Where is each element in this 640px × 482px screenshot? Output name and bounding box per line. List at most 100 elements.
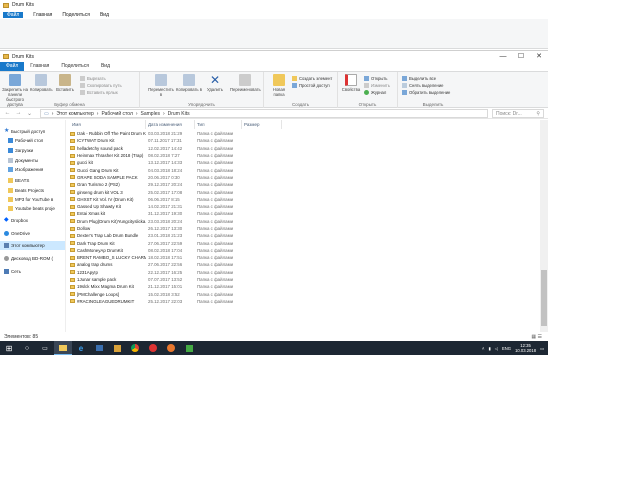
breadcrumb-this-pc[interactable]: Этот компьютер xyxy=(56,111,93,117)
table-row[interactable]: 19slck Mixx Magma Drum Kit 21.12.2017 15:… xyxy=(70,283,540,290)
table-row[interactable]: 1231Ару!р 22.12.2017 16:25 Папка с файлами xyxy=(70,269,540,276)
clock[interactable]: 12:35 10.03.2018 xyxy=(515,343,536,353)
column-size[interactable]: Размер xyxy=(242,120,282,129)
tab-view[interactable]: Вид xyxy=(95,62,116,71)
back-arrow-icon[interactable]: ← xyxy=(4,110,11,116)
new-folder-button[interactable]: Новая папка xyxy=(268,74,290,97)
volume-icon[interactable]: ◁ xyxy=(495,346,498,351)
breadcrumb-samples[interactable]: Samples xyxy=(141,111,160,117)
taskbar-explorer[interactable] xyxy=(54,341,72,355)
taskbar-chrome[interactable] xyxy=(126,341,144,355)
table-row[interactable]: Dollow 26.12.2017 13:30 Папка с файлами xyxy=(70,225,540,232)
cut-button[interactable]: Вырезать xyxy=(80,75,106,81)
paste-button[interactable]: Вставить xyxy=(54,74,76,92)
tab-share[interactable]: Поделиться xyxy=(55,62,95,71)
table-row[interactable]: Izak - Rubbin Off The Paint Drum Kit 03.0… xyxy=(70,130,540,137)
search-taskbar-button[interactable]: ○ xyxy=(18,341,36,355)
open-button[interactable]: Открыть xyxy=(364,75,387,81)
tray-chevron-icon[interactable]: ˄ xyxy=(482,346,484,351)
table-row[interactable]: helladetchy sound pack 12.02.2017 14:42 Па… xyxy=(70,145,540,152)
taskbar-app-photo[interactable] xyxy=(108,341,126,355)
easy-access-button[interactable]: Простой доступ xyxy=(292,82,330,88)
ghost-ribbon xyxy=(0,19,548,49)
task-view-button[interactable]: ▭ xyxy=(36,341,54,355)
breadcrumb-desktop[interactable]: Рабочий стол xyxy=(101,111,132,117)
path-breadcrumb[interactable]: ▭ › Этот компьютер › Рабочий стол › Samp… xyxy=(40,109,488,118)
search-box[interactable]: Поиск: Dr... ⚲ xyxy=(492,109,544,118)
table-row[interactable]: gucci kit 13.12.2017 14:33 Папка с файлами xyxy=(70,159,540,166)
table-row[interactable]: #RACINGLEAGUEDRUMKIT 25.12.2017 22:03 Папк… xyxy=(70,298,540,305)
table-row[interactable]: CashMoneyAp DrumKit 08.02.2018 17:04 Папка… xyxy=(70,247,540,254)
nav-item-beats-projects[interactable]: Beats Projects xyxy=(8,186,73,195)
file-name: GRAPE SODA SAMPLE PACK xyxy=(77,174,138,180)
table-row[interactable]: ginseng drum kit VOL 3 25.02.2017 17:08 Па… xyxy=(70,188,540,195)
taskbar-app-orange[interactable] xyxy=(162,341,180,355)
table-row[interactable]: 1Junar sample pack 07.07.2017 13:52 Папка … xyxy=(70,276,540,283)
start-button[interactable]: ⊞ xyxy=(0,341,18,355)
table-row[interactable]: Dark Trap Drum Kit 27.06.2017 22:59 Папка … xyxy=(70,239,540,246)
keyboard-language[interactable]: ENG xyxy=(502,346,511,351)
nav-item-pictures[interactable]: Изображения xyxy=(8,165,73,174)
scrollbar-thumb[interactable] xyxy=(541,270,547,326)
breadcrumb-drum-kits[interactable]: Drum Kits xyxy=(168,111,190,117)
taskbar-app-red[interactable] xyxy=(144,341,162,355)
select-all-button[interactable]: Выделить все xyxy=(402,75,436,81)
table-row[interactable]: analog trap drums 27.06.2017 22:56 Папка с… xyxy=(70,261,540,268)
table-row[interactable]: Dexter's Trap Lab Drum Bundle 23.01.2018 … xyxy=(70,232,540,239)
move-to-button[interactable]: Переместить в xyxy=(148,74,174,97)
vertical-scrollbar[interactable] xyxy=(540,120,548,332)
nav-item-mp3-youtube[interactable]: MP3 for YouTube в xyxy=(8,195,73,204)
table-row[interactable]: Gassed Up Shawty Kit 14.02.2017 21:31 Папк… xyxy=(70,203,540,210)
file-type: Папка с файлами xyxy=(197,291,234,297)
nav-item-onedrive[interactable]: OneDrive xyxy=(4,229,69,238)
nav-item-quick-access[interactable]: ★ Быстрый доступ xyxy=(4,127,69,136)
column-type[interactable]: Тип xyxy=(195,120,242,129)
taskbar-edge[interactable]: e xyxy=(72,341,90,355)
table-row[interactable]: GRAPE SODA SAMPLE PACK 20.06.2017 0:30 Пап… xyxy=(70,174,540,181)
nav-item-youtube-beats[interactable]: Youtube beats proje xyxy=(8,204,73,213)
taskbar-app-green[interactable] xyxy=(180,341,198,355)
network-icon xyxy=(4,269,9,274)
column-date[interactable]: Дата изменения xyxy=(146,120,195,129)
history-button[interactable]: Журнал xyxy=(364,89,386,95)
copy-to-button[interactable]: Копировать в xyxy=(176,74,202,92)
edit-button[interactable]: Изменить xyxy=(364,82,390,88)
rename-button[interactable]: Переименовать xyxy=(230,74,261,92)
forward-arrow-icon[interactable]: → xyxy=(15,110,22,116)
taskbar-store[interactable] xyxy=(90,341,108,355)
nav-item-downloads[interactable]: Загрузки xyxy=(8,146,73,155)
nav-item-dropbox[interactable]: ◆ Dropbox xyxy=(4,216,69,225)
delete-button[interactable]: ✕ Удалить xyxy=(204,74,226,92)
table-row[interactable]: Entai Xmas kit 31.12.2017 19:30 Папка с фа… xyxy=(70,210,540,217)
nav-item-bd-rom[interactable]: Дисковод BD-ROM ( xyxy=(4,254,69,263)
copy-path-button[interactable]: Скопировать путь xyxy=(80,82,122,88)
table-row[interactable]: GHXST Kit Vol. IV (Drum Kit) 06.06.2017 8… xyxy=(70,196,540,203)
table-row[interactable]: [PMChallenge Loops] 15.02.2018 3:52 Папка … xyxy=(70,291,540,298)
nav-item-documents[interactable]: Документы xyxy=(8,156,73,165)
nav-label: Загрузки xyxy=(15,148,34,153)
table-row[interactable]: Drum Plug(Drum Kit)Yungcityslicka.com23.… xyxy=(70,218,540,225)
folder-icon xyxy=(8,206,13,211)
new-item-button[interactable]: Создать элемент xyxy=(292,75,332,81)
nav-item-this-pc[interactable]: Этот компьютер xyxy=(0,241,65,250)
tab-file[interactable]: Файл xyxy=(0,62,25,71)
table-row[interactable]: Gran Turismo 2 (PS2) 29.12.2017 20:24 Папк… xyxy=(70,181,540,188)
nav-item-beats[interactable]: BEATS xyxy=(8,176,73,185)
table-row[interactable]: ICYTWAT Drum Kit 07.11.2017 17:31 Папка с … xyxy=(70,137,540,144)
copy-button[interactable]: Копировать xyxy=(30,74,53,92)
nav-item-desktop[interactable]: Рабочий стол xyxy=(8,136,73,145)
recent-chevron-icon[interactable]: ⌄ xyxy=(26,110,33,117)
notifications-icon[interactable]: ▭ xyxy=(540,346,544,351)
table-row[interactable]: BRENT RAMBO_S LUCKY CHARMS 1 + 218.02.20… xyxy=(70,254,540,261)
select-none-button[interactable]: Снять выделение xyxy=(402,82,444,88)
tab-home[interactable]: Главная xyxy=(24,62,55,71)
column-name[interactable]: Имя xyxy=(70,120,146,129)
view-toggle-icons[interactable]: ▦ ☰ xyxy=(531,334,542,340)
properties-button[interactable]: Свойства xyxy=(340,74,362,92)
table-row[interactable]: Gucci Gang Drum Kit 04.03.2018 18:24 Папка… xyxy=(70,166,540,173)
nav-item-network[interactable]: Сеть xyxy=(4,267,69,276)
table-row[interactable]: Heinmax Thrasher Kit 2018 (Trap) 08.02.20… xyxy=(70,152,540,159)
invert-selection-button[interactable]: Обратить выделение xyxy=(402,89,450,95)
network-tray-icon[interactable]: ▮ xyxy=(488,346,490,351)
paste-shortcut-button[interactable]: Вставить ярлык xyxy=(80,89,118,95)
